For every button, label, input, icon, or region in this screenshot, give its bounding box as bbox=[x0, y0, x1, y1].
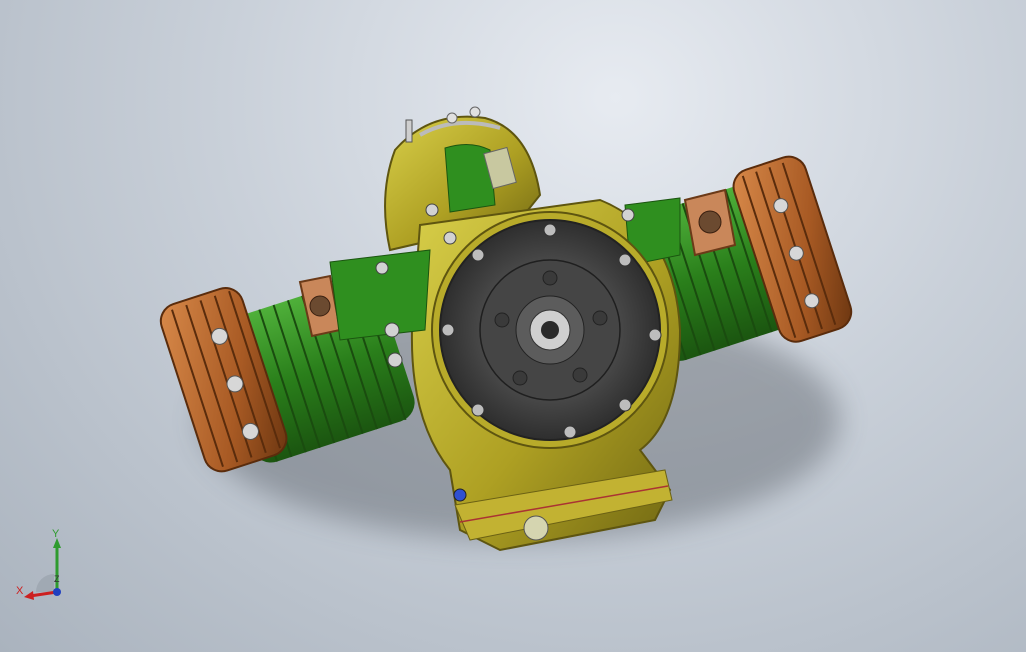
graphics-viewport[interactable]: Y X Z bbox=[0, 0, 1026, 652]
x-axis-arrow bbox=[24, 591, 34, 600]
triad-y-label: Y bbox=[52, 528, 60, 540]
x-axis-line bbox=[29, 590, 58, 598]
right-exhaust-flange[interactable] bbox=[683, 188, 737, 257]
flywheel[interactable] bbox=[431, 211, 669, 449]
z-axis-dot bbox=[53, 588, 61, 596]
triad-x-label: X bbox=[16, 585, 24, 597]
engine-model-view[interactable] bbox=[0, 0, 1026, 652]
orientation-triad[interactable]: Y X Z bbox=[14, 528, 74, 605]
triad-z-label: Z bbox=[54, 574, 60, 584]
